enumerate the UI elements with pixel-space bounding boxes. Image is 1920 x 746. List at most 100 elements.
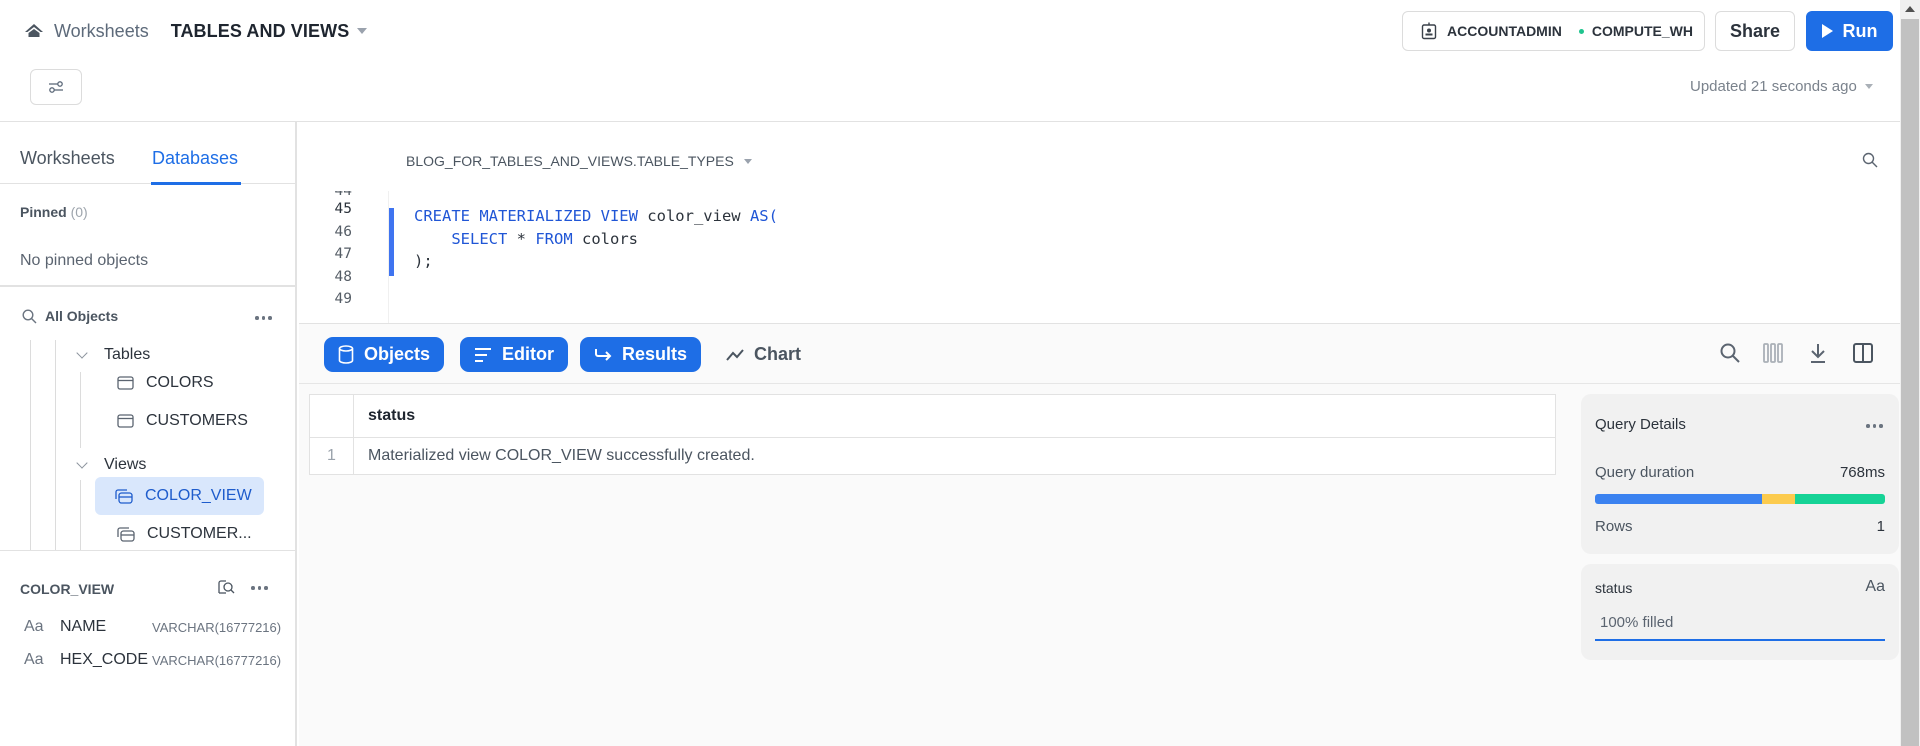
code-line[interactable]: CREATE MATERIALIZED VIEW color_view AS(: [414, 207, 778, 225]
duration-segment-1[interactable]: [1761, 494, 1796, 504]
column-name: NAME: [60, 618, 107, 635]
tree-guide-line: [80, 480, 81, 550]
query-duration-value: 768ms: [1839, 464, 1885, 481]
tree-group-tables[interactable]: Tables: [76, 346, 151, 364]
object-details-title: COLOR_VIEW: [20, 581, 115, 597]
pinned-count: (0): [70, 204, 88, 220]
column-stats-card[interactable]: status Aa 100% filled: [1581, 564, 1899, 660]
tree-group-label: Tables: [104, 346, 151, 363]
tree-item-color-view[interactable]: COLOR_VIEW: [95, 477, 264, 515]
scrollbar-thumb[interactable]: [1901, 19, 1919, 746]
no-pinned-message: No pinned objects: [20, 252, 149, 269]
code-line[interactable]: );: [414, 252, 433, 270]
query-details-title: Query Details: [1595, 416, 1686, 433]
all-objects-label: All Objects: [45, 308, 119, 324]
page-scrollbar[interactable]: [1900, 0, 1920, 746]
top-bar: Worksheets TABLES AND VIEWS ACCOUNTADMIN…: [0, 0, 1900, 122]
code-line[interactable]: SELECT * FROM colors: [414, 230, 638, 248]
sql-editor[interactable]: BLOG_FOR_TABLES_AND_VIEWS.TABLE_TYPES 44…: [299, 123, 1900, 323]
tree-item-customers[interactable]: CUSTOMERS: [97, 402, 248, 440]
breadcrumb-worksheets-link[interactable]: Worksheets: [54, 21, 149, 42]
tree-group-label: Views: [104, 456, 147, 473]
column-type: VARCHAR(16777216): [152, 652, 282, 668]
query-details-card: Query Details Query duration 768ms Rows …: [1581, 394, 1899, 554]
updated-status[interactable]: Updated 21 seconds ago: [1690, 78, 1873, 95]
view-icon: [115, 488, 133, 504]
sql-operator: *: [507, 230, 536, 248]
objects-toggle-button[interactable]: Objects: [324, 337, 445, 372]
context-dropdown-caret-icon: [743, 158, 752, 164]
filter-settings-button[interactable]: [30, 69, 82, 105]
columns-icon[interactable]: [1762, 342, 1784, 364]
lines-icon: [475, 347, 491, 362]
tree-item-label: CUSTOMER...: [147, 525, 252, 542]
tree-group-views[interactable]: Views: [76, 456, 147, 474]
tab-worksheets[interactable]: Worksheets: [20, 148, 115, 169]
column-row[interactable]: Aa NAME VARCHAR(16777216): [24, 618, 281, 636]
sql-keyword: SELECT: [451, 230, 508, 248]
table-cell[interactable]: Materialized view COLOR_VIEW successfull…: [353, 437, 1556, 475]
chart-tab[interactable]: Chart: [726, 337, 801, 372]
query-duration-bar[interactable]: [1595, 494, 1885, 504]
line-number: 44: [334, 191, 352, 199]
table-icon: [117, 414, 134, 428]
rows-value: 1: [1876, 518, 1885, 535]
editor-label: Editor: [502, 344, 554, 364]
duration-segment-0[interactable]: [1595, 494, 1762, 504]
all-objects-search[interactable]: All Objects: [22, 308, 118, 324]
tree-guide-line: [80, 372, 81, 448]
updated-text: Updated 21 seconds ago: [1690, 78, 1857, 95]
line-chart-icon: [726, 348, 744, 361]
column-header-status[interactable]: status: [353, 394, 1556, 438]
results-toggle-button[interactable]: Results: [580, 337, 702, 372]
search-results-icon[interactable]: [1719, 342, 1741, 364]
download-icon[interactable]: [1807, 342, 1829, 364]
warehouse-label: COMPUTE_WH: [1591, 23, 1693, 39]
worksheet-title[interactable]: TABLES AND VIEWS: [171, 21, 350, 42]
query-details-more-icon[interactable]: [1866, 424, 1883, 428]
scroll-up-arrow-icon[interactable]: [1905, 6, 1915, 12]
tree-guide-line: [55, 340, 56, 550]
sql-keyword: CREATE MATERIALIZED VIEW: [414, 207, 638, 225]
column-name: HEX_CODE: [60, 651, 149, 668]
object-more-icon[interactable]: [251, 586, 268, 590]
column-row[interactable]: Aa HEX_CODE VARCHAR(16777216): [24, 651, 281, 669]
sidebar-tabs: Worksheets Databases: [0, 122, 295, 185]
search-icon[interactable]: [1862, 152, 1878, 168]
split-panel-icon[interactable]: [1852, 342, 1874, 364]
sql-identifier: color_view: [637, 207, 750, 225]
active-tab-indicator: [151, 182, 241, 185]
warehouse-status-dot: [1578, 28, 1584, 34]
results-toolbar: Objects Editor Results Chart: [299, 324, 1900, 384]
text-type-icon: Aa: [24, 651, 44, 668]
duration-segment-2[interactable]: [1795, 494, 1885, 504]
all-objects-more-icon[interactable]: [255, 316, 272, 320]
context-label: BLOG_FOR_TABLES_AND_VIEWS.TABLE_TYPES: [406, 153, 734, 169]
line-number: 45: [334, 201, 352, 217]
line-number: 49: [334, 291, 352, 307]
share-button[interactable]: Share: [1715, 11, 1795, 51]
home-icon[interactable]: [24, 22, 44, 40]
tree-item-customer-view[interactable]: CUSTOMER...: [97, 515, 252, 550]
editor-toggle-button[interactable]: Editor: [460, 337, 568, 372]
preview-data-icon[interactable]: [218, 580, 236, 595]
line-number: 46: [334, 224, 352, 240]
run-label: Run: [1842, 20, 1878, 41]
role-warehouse-selector[interactable]: ACCOUNTADMIN COMPUTE_WH: [1402, 11, 1705, 51]
run-button[interactable]: Run: [1806, 11, 1893, 51]
sql-keyword: FROM: [535, 230, 573, 248]
text-type-icon: Aa: [1865, 578, 1885, 595]
title-dropdown-caret-icon[interactable]: [357, 28, 368, 34]
filled-percentage-bar: [1595, 639, 1885, 641]
chevron-down-icon: [76, 347, 88, 359]
sidebar: Worksheets Databases Pinned (0) No pinne…: [0, 122, 297, 746]
pinned-header: Pinned (0): [20, 204, 88, 220]
database-schema-selector[interactable]: BLOG_FOR_TABLES_AND_VIEWS.TABLE_TYPES: [406, 153, 752, 169]
chart-label: Chart: [754, 344, 802, 364]
tab-databases[interactable]: Databases: [152, 148, 238, 169]
row-index-header: [309, 394, 354, 438]
tree-item-colors[interactable]: COLORS: [97, 364, 214, 402]
objects-label: Objects: [364, 344, 431, 364]
table-row[interactable]: 1 Materialized view COLOR_VIEW successfu…: [309, 437, 1556, 475]
